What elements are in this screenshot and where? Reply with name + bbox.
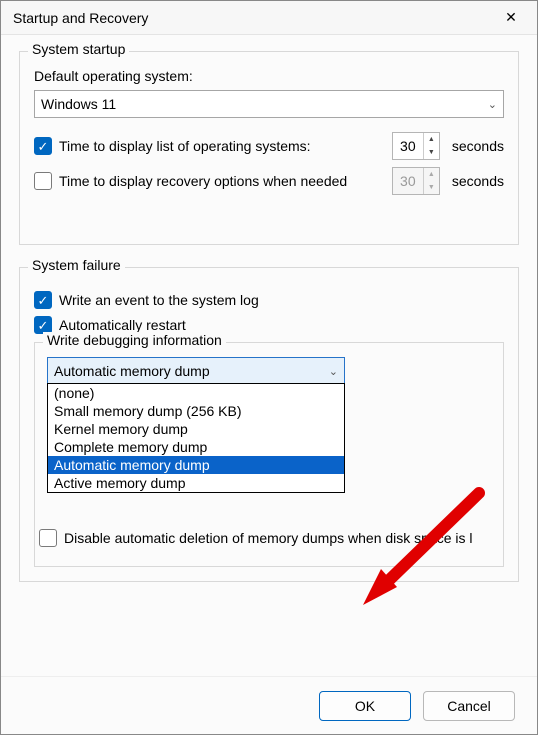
dump-type-option[interactable]: Complete memory dump (48, 438, 344, 456)
chevron-down-icon: ⌄ (329, 365, 338, 378)
dump-type-option[interactable]: Small memory dump (256 KB) (48, 402, 344, 420)
system-failure-legend: System failure (28, 257, 125, 273)
spinner-down-icon[interactable]: ▼ (424, 146, 439, 159)
display-list-checkbox[interactable]: ✓ (34, 137, 52, 155)
window-title: Startup and Recovery (13, 10, 491, 26)
dump-type-option[interactable]: Automatic memory dump (48, 456, 344, 474)
display-list-seconds-spinner[interactable]: 30 ▲ ▼ (392, 132, 440, 160)
write-event-label[interactable]: Write an event to the system log (59, 292, 259, 308)
write-debug-group: Write debugging information Automatic me… (34, 342, 504, 567)
disable-auto-delete-label[interactable]: Disable automatic deletion of memory dum… (64, 530, 473, 546)
spinner-down-icon: ▼ (424, 181, 439, 194)
write-debug-legend: Write debugging information (43, 332, 226, 348)
startup-recovery-dialog: Startup and Recovery ✕ System startup De… (0, 0, 538, 735)
display-recovery-seconds-value: 30 (393, 168, 423, 194)
dialog-footer: OK Cancel (1, 676, 537, 734)
system-startup-legend: System startup (28, 41, 129, 57)
auto-restart-label[interactable]: Automatically restart (59, 317, 186, 333)
spinner-up-icon[interactable]: ▲ (424, 133, 439, 146)
default-os-label: Default operating system: (34, 68, 504, 84)
spinner-up-icon: ▲ (424, 168, 439, 181)
dump-type-selected: Automatic memory dump (54, 363, 210, 379)
cancel-button[interactable]: Cancel (423, 691, 515, 721)
close-icon[interactable]: ✕ (491, 4, 531, 32)
ok-button[interactable]: OK (319, 691, 411, 721)
system-startup-group: System startup Default operating system:… (19, 51, 519, 245)
dialog-body: System startup Default operating system:… (1, 35, 537, 676)
default-os-select[interactable]: Windows 11 ⌄ (34, 90, 504, 118)
default-os-value: Windows 11 (41, 96, 116, 112)
write-event-checkbox[interactable]: ✓ (34, 291, 52, 309)
dump-type-select[interactable]: Automatic memory dump ⌄ (47, 357, 345, 385)
display-list-seconds-value: 30 (393, 133, 423, 159)
disable-auto-delete-checkbox[interactable] (39, 529, 57, 547)
titlebar: Startup and Recovery ✕ (1, 1, 537, 35)
dump-type-option[interactable]: Active memory dump (48, 474, 344, 492)
display-recovery-suffix: seconds (452, 173, 504, 189)
dump-type-option[interactable]: Kernel memory dump (48, 420, 344, 438)
display-recovery-seconds-spinner: 30 ▲ ▼ (392, 167, 440, 195)
dump-type-dropdown-list[interactable]: (none)Small memory dump (256 KB)Kernel m… (47, 383, 345, 493)
display-recovery-label[interactable]: Time to display recovery options when ne… (59, 173, 347, 189)
display-list-label[interactable]: Time to display list of operating system… (59, 138, 311, 154)
dump-type-option[interactable]: (none) (48, 384, 344, 402)
display-recovery-checkbox[interactable] (34, 172, 52, 190)
chevron-down-icon: ⌄ (488, 98, 497, 111)
system-failure-group: System failure ✓ Write an event to the s… (19, 267, 519, 582)
display-list-suffix: seconds (452, 138, 504, 154)
